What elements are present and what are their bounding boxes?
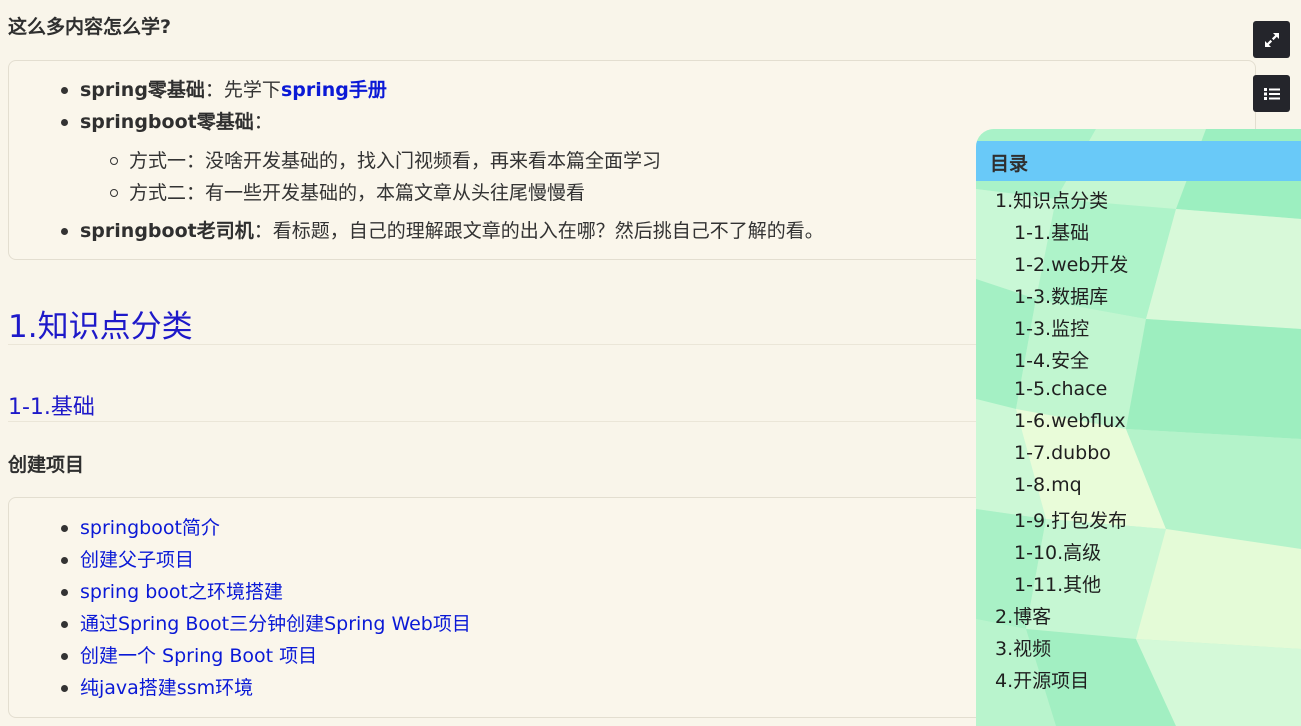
list-item: springboot零基础： [61,109,273,135]
toc-title: 目录 [990,153,1029,175]
toc-header: 目录 [976,141,1301,181]
toc-item[interactable]: 3.视频 [995,634,1051,661]
fullscreen-button[interactable] [1253,21,1290,58]
toc-item[interactable]: 1-2.web开发 [1014,250,1128,277]
toc-item[interactable]: 1-10.高级 [1014,538,1101,565]
subsection-heading: 1-1.基础 [8,395,95,420]
list-item: springboot老司机：看标题，自己的理解跟文章的出入在哪？然后挑自己不了解… [61,218,824,244]
item-label: springboot老司机 [80,220,254,242]
section-heading: 1.知识点分类 [8,309,193,345]
toc-item[interactable]: 1-9.打包发布 [1014,506,1127,533]
toc-panel: 目录 1.知识点分类 1-1.基础 1-2.web开发 1-3.数据库 1-3.… [976,129,1301,726]
article-link[interactable]: 通过Spring Boot三分钟创建Spring Web项目 [61,611,471,637]
sub-list-item: 方式二：有一些开发基础的，本篇文章从头往尾慢慢看 [109,182,586,204]
toc-item[interactable]: 1-4.安全 [1014,346,1089,373]
item-label: spring零基础 [80,79,205,101]
expand-icon [1264,32,1279,47]
toc-item[interactable]: 1-7.dubbo [1014,442,1111,464]
item-text: ： [253,111,273,133]
article-link[interactable]: springboot简介 [61,515,220,541]
group-heading: 创建项目 [8,454,85,476]
toc-item[interactable]: 1.知识点分类 [995,186,1108,213]
toc-item[interactable]: 1-6.webflux [1014,410,1126,432]
list-item: spring零基础：先学下spring手册 [61,77,387,103]
article-link[interactable]: 创建父子项目 [60,547,194,573]
intro-heading: 这么多内容怎么学? [8,16,172,38]
article-link[interactable]: 创建一个 Spring Boot 项目 [60,643,317,669]
toc-item[interactable]: 1-3.数据库 [1014,282,1108,309]
toc-item[interactable]: 2.博客 [995,602,1051,629]
toc-item[interactable]: 4.开源项目 [995,666,1089,693]
toc-item[interactable]: 1-11.其他 [1014,570,1101,597]
item-text: ：看标题，自己的理解跟文章的出入在哪？然后挑自己不了解的看。 [253,220,824,242]
article-link[interactable]: spring boot之环境搭建 [61,579,283,605]
item-text: ：先学下 [204,79,281,101]
toc-item[interactable]: 1-5.chace [1014,378,1107,400]
item-label: springboot零基础 [80,111,254,133]
toc-item[interactable]: 1-1.基础 [1014,218,1089,245]
toc-toggle-button[interactable] [1253,75,1290,112]
divider [8,344,976,345]
spring-manual-link[interactable]: spring手册 [281,79,387,101]
sub-list-item: 方式一：没啥开发基础的，找入门视频看，再来看本篇全面学习 [109,150,662,172]
list-icon [1263,87,1280,100]
divider [8,421,976,422]
toc-item[interactable]: 1-8.mq [1014,474,1082,496]
article-link[interactable]: 纯java搭建ssm环境 [60,675,253,701]
toc-item[interactable]: 1-3.监控 [1014,314,1089,341]
